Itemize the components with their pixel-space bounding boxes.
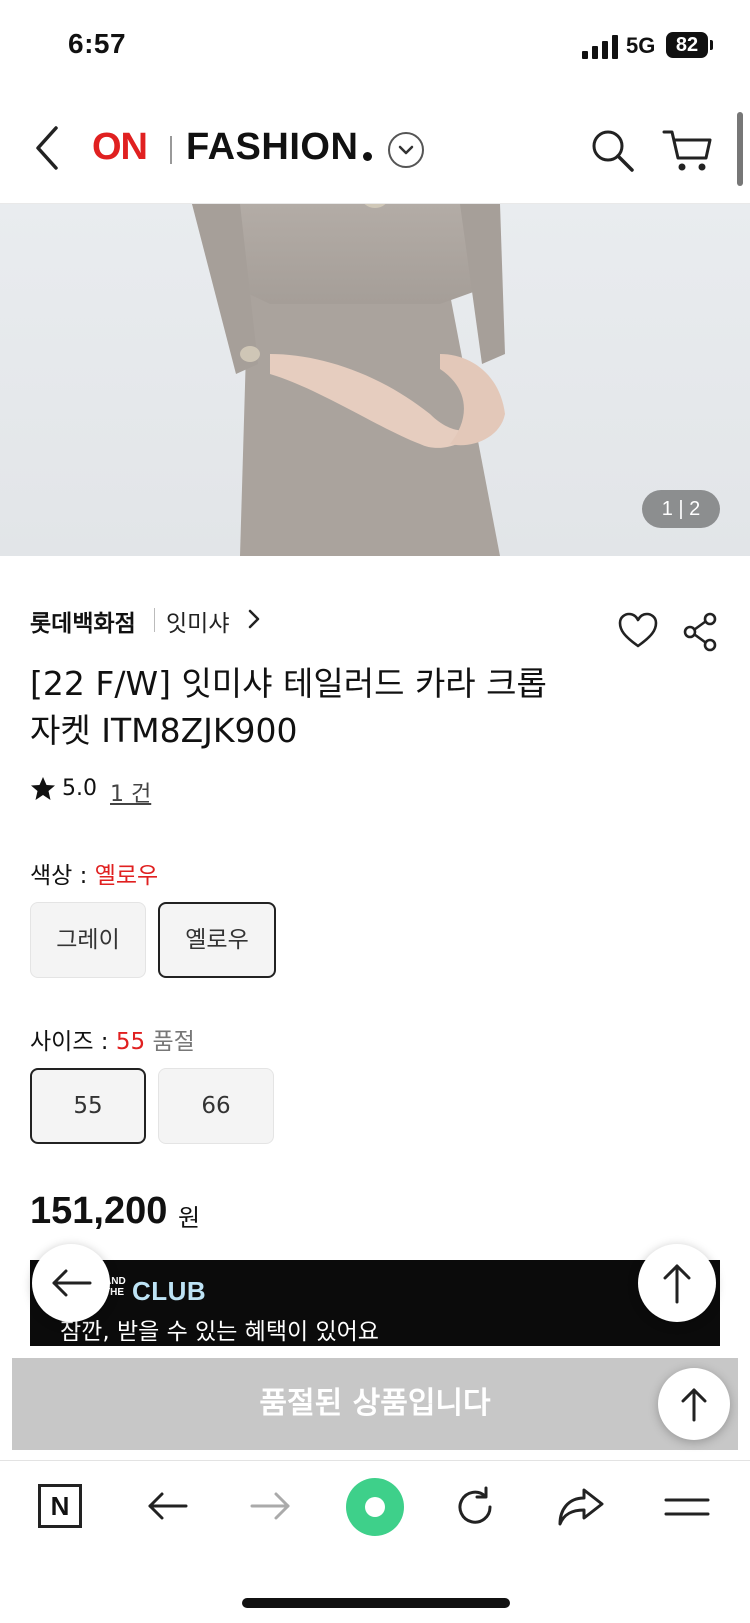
network-type: 5G <box>626 33 656 58</box>
menu-dropdown-button[interactable] <box>388 132 424 168</box>
search-icon[interactable] <box>588 126 636 174</box>
browser-back-icon[interactable] <box>144 1484 190 1528</box>
green-home-dot <box>365 1497 385 1517</box>
arrow-up-icon <box>663 1264 691 1304</box>
logo-dot <box>363 152 372 161</box>
club-logo: CLUB <box>132 1276 207 1306</box>
logo-fashion[interactable]: FASHION <box>186 126 358 169</box>
color-selected: 옐로우 <box>94 863 159 889</box>
logo-on[interactable]: ON <box>92 126 148 169</box>
browser-forward-icon[interactable] <box>248 1484 294 1528</box>
share-icon[interactable] <box>682 612 718 652</box>
heart-icon[interactable] <box>618 612 658 650</box>
product-title-line2: 자켓 ITM8ZJK900 <box>30 711 298 750</box>
color-label: 색상 : 옐로우 <box>30 856 158 890</box>
product-title-line1: [22 F/W] 잇미샤 테일러드 카라 크롭 <box>30 664 547 703</box>
battery-tip <box>710 40 713 50</box>
menu-icon[interactable] <box>664 1492 710 1522</box>
arrow-up-icon <box>681 1388 707 1422</box>
scroll-top-button[interactable] <box>638 1244 716 1322</box>
size-status: 품절 <box>145 1029 195 1055</box>
reload-icon[interactable] <box>452 1484 498 1530</box>
scrollbar-thumb[interactable] <box>737 112 743 186</box>
store-name[interactable]: 롯데백화점 <box>30 604 136 638</box>
size-label: 사이즈 : 55 품절 <box>30 1022 195 1056</box>
floating-back-button[interactable] <box>32 1244 110 1322</box>
battery-level: 82 <box>666 32 708 58</box>
review-count-link[interactable]: 1 건 <box>110 776 151 808</box>
scroll-top-button-secondary[interactable] <box>658 1368 730 1440</box>
star-icon <box>31 777 55 800</box>
size-option-55[interactable]: 55 <box>30 1068 146 1144</box>
size-label-text: 사이즈 : <box>30 1029 116 1055</box>
color-option-gray[interactable]: 그레이 <box>30 902 146 978</box>
toolbar-divider <box>0 1460 750 1461</box>
brand-link[interactable]: 잇미샤 <box>166 604 229 638</box>
cellular-signal-icon <box>582 35 618 59</box>
color-option-yellow[interactable]: 옐로우 <box>158 902 276 978</box>
naver-home-button[interactable]: N <box>38 1484 82 1528</box>
product-image[interactable] <box>0 204 750 556</box>
cart-icon[interactable] <box>662 126 714 174</box>
home-indicator[interactable] <box>242 1598 510 1608</box>
price-unit: 원 <box>178 1204 201 1232</box>
image-pager: 1 | 2 <box>642 490 720 528</box>
chevron-down-icon <box>398 145 414 155</box>
forward-share-icon[interactable] <box>556 1484 606 1530</box>
size-selected: 55 <box>115 1029 146 1055</box>
price: 151,200 <box>30 1190 168 1232</box>
logo-divider <box>170 136 172 164</box>
product-photo-illustration <box>192 204 505 556</box>
arrow-left-icon <box>52 1269 92 1297</box>
color-label-text: 색상 : <box>30 863 95 889</box>
chevron-right-icon[interactable] <box>246 608 262 630</box>
soldout-button[interactable]: 품절된 상품입니다 <box>12 1358 738 1450</box>
back-icon[interactable] <box>26 120 70 176</box>
status-time: 6:57 <box>68 28 127 59</box>
product-title: [22 F/W] 잇미샤 테일러드 카라 크롭 자켓 ITM8ZJK900 <box>30 660 630 754</box>
size-option-66[interactable]: 66 <box>158 1068 274 1144</box>
rating-score: 5.0 <box>62 776 97 801</box>
brand-separator <box>154 608 155 632</box>
